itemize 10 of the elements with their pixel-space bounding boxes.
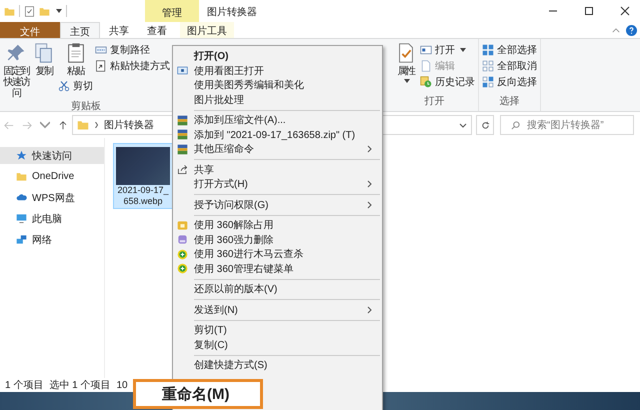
- file-name: 658.webp: [123, 196, 163, 207]
- group-label: 打开: [424, 94, 444, 109]
- group-label: 剪贴板: [71, 100, 101, 111]
- status-text: 10: [116, 380, 128, 390]
- contextual-tab-header: 管理: [145, 0, 199, 22]
- status-text: 1 个项目: [5, 379, 44, 392]
- status-text: 选中 1 个项目: [49, 378, 110, 392]
- file-name: 2021-09-17_: [117, 185, 169, 196]
- window-title: 图片转换器: [206, 6, 258, 20]
- group-label: 选择: [500, 94, 520, 109]
